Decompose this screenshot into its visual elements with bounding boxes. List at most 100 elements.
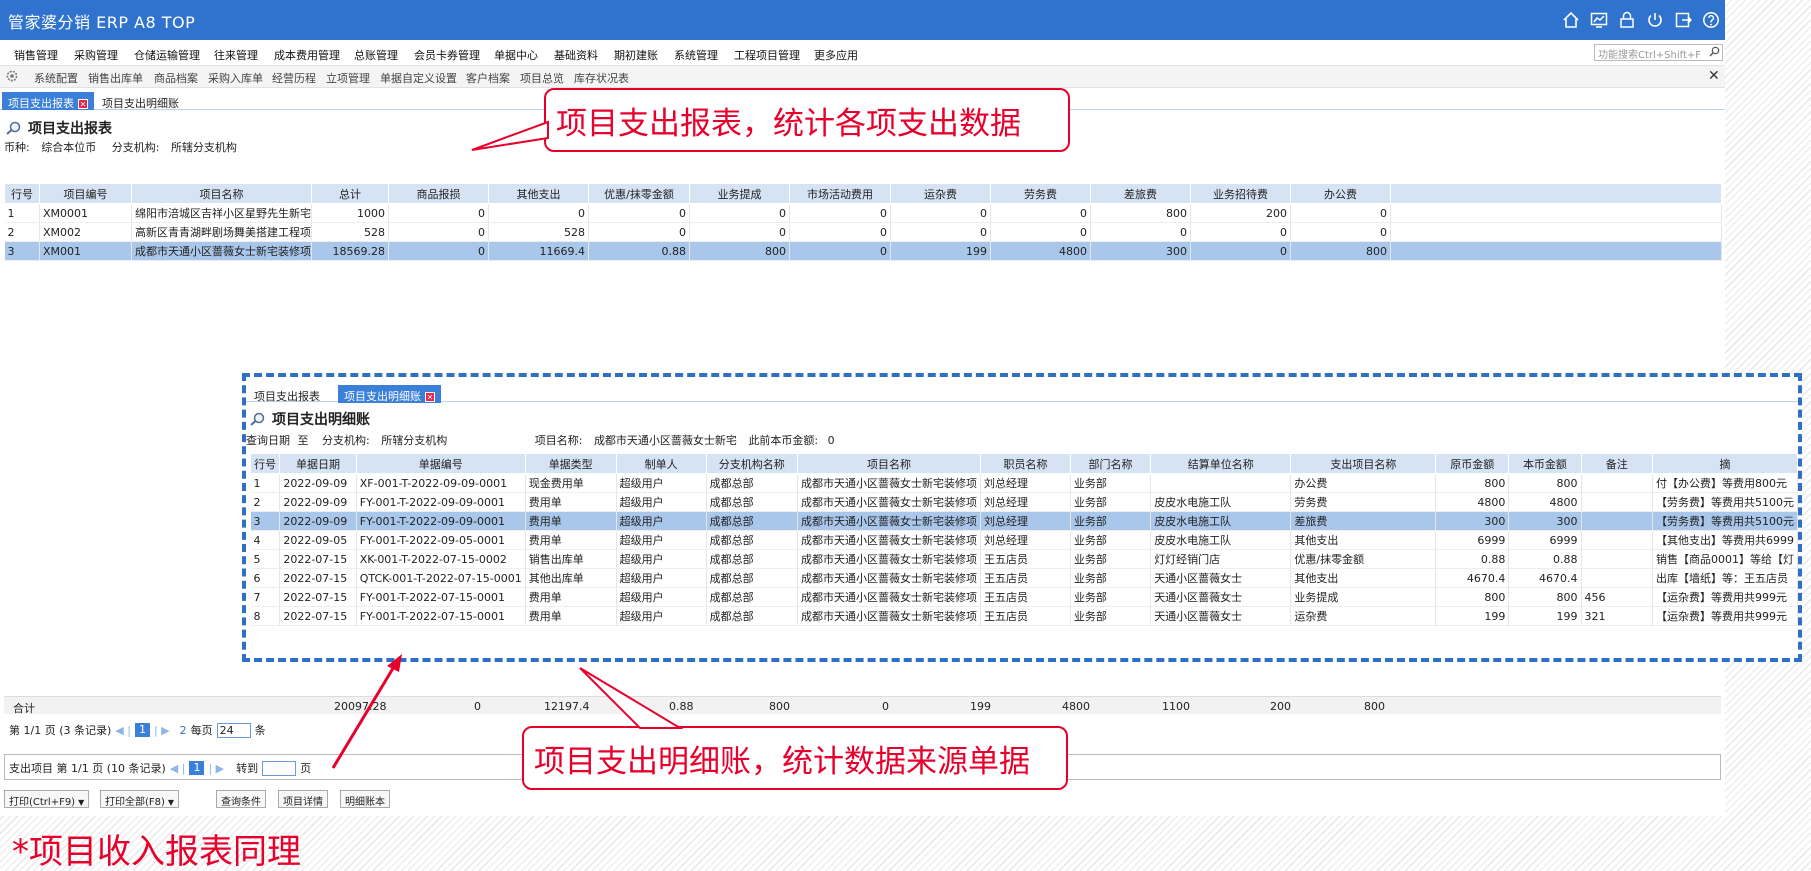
column-header[interactable]: 总计 [311,183,389,204]
table-cell: 6 [250,568,281,588]
per-page-input[interactable]: 24 [216,722,251,738]
next-page-icon[interactable]: | ▶ [208,762,224,775]
column-header[interactable]: 劳务费 [990,183,1091,204]
column-header[interactable]: 单据日期 [279,453,357,474]
function-search-input[interactable]: 功能搜索Ctrl+Shift+F [1594,44,1723,61]
column-header[interactable]: 项目名称 [797,453,981,474]
column-header[interactable]: 行号 [4,183,40,204]
ledger-button[interactable]: 明细账本 [340,790,390,808]
menu-opening[interactable]: 期初建账 [614,47,658,63]
menu-more[interactable]: 更多应用 [814,47,858,63]
menu-system[interactable]: 系统管理 [674,47,718,63]
quick-customer-file[interactable]: 客户档案 [466,70,510,86]
column-header[interactable]: 项目编号 [39,183,132,204]
table-cell: 4800 [990,241,1091,261]
current-page[interactable]: 1 [134,723,150,737]
column-header[interactable]: 差旅费 [1090,183,1191,204]
column-header[interactable]: 摘 [1651,453,1798,474]
print-all-button[interactable]: 打印全部(F8) ▼ [100,790,180,808]
home-icon[interactable] [1561,10,1581,30]
table-row[interactable]: 4 2022-09-05 FY-001-T-2022-09-05-0001 费用单 超级… [250,530,1798,550]
menu-warehouse[interactable]: 仓储运输管理 [134,47,200,63]
column-header[interactable]: 业务招待费 [1190,183,1291,204]
tab-expense-ledger[interactable]: 项目支出明细账 [96,92,185,110]
quick-system-config[interactable]: 系统配置 [34,70,78,86]
refresh-page[interactable]: 2 [180,724,187,737]
quick-doc-custom[interactable]: 单据自定义设置 [380,70,457,86]
quick-project-setup[interactable]: 立项管理 [326,70,370,86]
table-row[interactable]: 3 2022-09-09 FY-001-T-2022-09-09-0001 费用单 超级… [250,511,1798,531]
project-detail-button[interactable]: 项目详情 [278,790,328,808]
quick-business-history[interactable]: 经营历程 [272,70,316,86]
query-condition-button[interactable]: 查询条件 [216,790,266,808]
column-header[interactable]: 运杂费 [890,183,991,204]
column-header[interactable]: 原币金额 [1435,453,1510,474]
lock-icon[interactable] [1617,10,1637,30]
table-header: 行号 项目编号 项目名称 总计 商品报损 其他支出 优惠/抹零金额 业务提成 市场活动费用 运杂费… [4,183,1722,204]
table-cell: 528 [311,222,389,242]
column-header[interactable]: 单据类型 [524,453,617,474]
column-header[interactable]: 其他支出 [488,183,589,204]
column-header[interactable]: 市场活动费用 [789,183,891,204]
quick-sales-outbound[interactable]: 销售出库单 [88,70,143,86]
search-icon[interactable] [1709,46,1720,60]
prev-page-icon[interactable]: ◀ | [115,724,131,737]
column-header[interactable]: 业务提成 [689,183,790,204]
menu-member[interactable]: 会员卡券管理 [414,47,480,63]
column-header[interactable]: 结算单位名称 [1150,453,1292,474]
logout-icon[interactable] [1673,10,1693,30]
column-header[interactable]: 本币金额 [1508,453,1582,474]
column-header[interactable]: 制单人 [615,453,707,474]
tab-expense-ledger[interactable]: 项目支出明细账 ✕ [338,385,441,403]
table-cell: 0.88 [1508,549,1582,569]
settings-icon[interactable] [6,70,18,85]
table-row[interactable]: 6 2022-07-15 QTCK-001-T-2022-07-15-0001 其他出… [250,568,1798,588]
table-row[interactable]: 1 2022-09-09 XF-001-T-2022-09-09-0001 现金费用单… [250,473,1798,493]
column-header[interactable]: 分支机构名称 [705,453,799,474]
print-button[interactable]: 打印(Ctrl+F9) ▼ [4,790,90,808]
next-page-icon[interactable]: | ▶ [154,724,170,737]
tab-expense-report[interactable]: 项目支出报表 ✕ [2,92,94,110]
table-row[interactable]: 7 2022-07-15 FY-001-T-2022-07-15-0001 费用单 超级… [250,587,1798,607]
quick-project-overview[interactable]: 项目总览 [520,70,564,86]
menu-documents[interactable]: 单据中心 [494,47,538,63]
menu-purchase[interactable]: 采购管理 [74,47,118,63]
menu-basic-data[interactable]: 基础资料 [554,47,598,63]
quick-inventory[interactable]: 库存状况表 [574,70,629,86]
help-icon[interactable] [1701,10,1721,30]
column-header[interactable]: 备注 [1580,453,1653,474]
column-header[interactable]: 部门名称 [1069,453,1152,474]
chart-icon[interactable] [1589,10,1609,30]
column-header[interactable]: 办公费 [1290,183,1391,204]
quick-purchase-inbound[interactable]: 采购入库单 [208,70,263,86]
column-header[interactable]: 行号 [249,453,281,474]
table-cell: 付【办公费】等费用800元 [1652,473,1798,493]
close-icon[interactable]: ✕ [1708,68,1720,84]
current-page[interactable]: 1 [189,761,205,775]
menu-cost[interactable]: 成本费用管理 [274,47,340,63]
power-icon[interactable] [1645,10,1665,30]
close-tab-icon[interactable]: ✕ [78,99,88,109]
column-header[interactable]: 商品报损 [388,183,489,204]
menu-accounts[interactable]: 往来管理 [214,47,258,63]
prev-page-icon[interactable]: ◀ | [170,762,186,775]
table-row[interactable]: 3 XM001 成都市天通小区蔷薇女士新宅装修项 18569.28 0 11669.4 0.… [4,241,1722,261]
column-header[interactable]: 项目名称 [131,183,312,204]
table-row[interactable]: 2 2022-09-09 FY-001-T-2022-09-09-0001 费用单 超级… [250,492,1798,512]
column-header[interactable]: 支出项目名称 [1290,453,1437,474]
table-row[interactable]: 5 2022-07-15 XK-001-T-2022-07-15-0002 销售出库单… [250,549,1798,569]
goto-page-input[interactable] [262,760,297,776]
menu-engineering[interactable]: 工程项目管理 [734,47,800,63]
column-header[interactable]: 优惠/抹零金额 [588,183,690,204]
close-tab-icon[interactable]: ✕ [425,392,435,402]
column-header[interactable]: 单据编号 [355,453,526,474]
table-cell: 超级用户 [616,530,707,550]
menu-sales[interactable]: 销售管理 [14,47,58,63]
table-row[interactable]: 2 XM002 高新区青青湖畔剧场舞美搭建工程项 528 0 528 0 0 0 0 0 0 0 0 [4,222,1722,242]
quick-product-file[interactable]: 商品档案 [154,70,198,86]
column-header[interactable]: 职员名称 [980,453,1071,474]
table-row[interactable]: 8 2022-07-15 FY-001-T-2022-07-15-0001 费用单 超级… [250,606,1798,626]
tab-expense-report[interactable]: 项目支出报表 [248,385,326,403]
menu-ledger[interactable]: 总账管理 [354,47,398,63]
table-row[interactable]: 1 XM0001 绵阳市涪城区吉祥小区星野先生新宅 1000 0 0 0 0 0 0 0 800 200… [4,203,1722,223]
